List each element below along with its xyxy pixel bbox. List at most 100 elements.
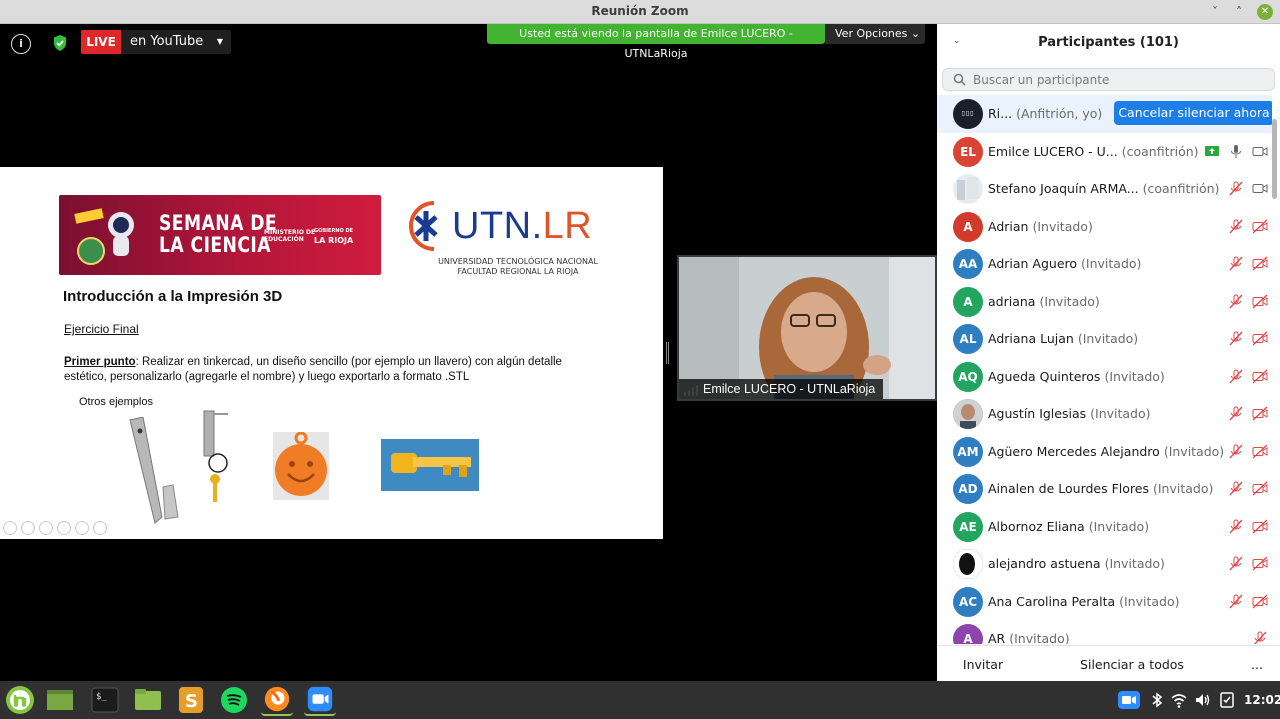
video-off-icon[interactable]: [1252, 556, 1268, 571]
video-off-icon[interactable]: [1252, 406, 1268, 421]
close-button[interactable]: ✕: [1257, 4, 1273, 20]
video-camera-icon[interactable]: [1252, 181, 1268, 196]
slide-more-icon[interactable]: [93, 521, 107, 535]
participant-row[interactable]: AA Adrian Aguero (Invitado): [937, 245, 1272, 283]
participant-name: alejandro astuena (Invitado): [988, 556, 1165, 571]
participant-row[interactable]: AE Albornoz Eliana (Invitado): [937, 508, 1272, 546]
video-off-icon[interactable]: [1252, 219, 1268, 234]
muted-microphone-icon[interactable]: [1228, 369, 1244, 384]
clock[interactable]: 12:02: [1244, 693, 1280, 707]
participant-name: Albornoz Eliana (Invitado): [988, 519, 1149, 534]
video-off-icon[interactable]: [1252, 519, 1268, 534]
participant-name-text: Albornoz Eliana: [988, 518, 1085, 534]
wifi-icon[interactable]: [1170, 691, 1188, 709]
split-resize-handle[interactable]: [666, 342, 669, 364]
banner-title-line-2: LA CIENCIA: [159, 233, 271, 257]
participant-row[interactable]: A AR (Invitado): [937, 620, 1272, 644]
muted-microphone-icon[interactable]: [1228, 519, 1244, 534]
show-desktop-icon[interactable]: [44, 684, 76, 716]
bluetooth-icon[interactable]: [1148, 691, 1166, 709]
participant-role: (Invitado): [1104, 368, 1165, 384]
video-off-icon[interactable]: [1252, 294, 1268, 309]
avatar: A: [953, 211, 983, 242]
muted-microphone-icon[interactable]: [1228, 294, 1244, 309]
slide-pen-icon[interactable]: [39, 521, 53, 535]
avatar: AM: [953, 436, 983, 467]
terminal-icon[interactable]: $_: [89, 684, 121, 716]
muted-microphone-icon[interactable]: [1228, 256, 1244, 271]
update-manager-icon[interactable]: [1218, 691, 1236, 709]
slide-next-icon[interactable]: [21, 521, 35, 535]
muted-microphone-icon[interactable]: [1252, 631, 1268, 644]
ministry-label: MINISTERIO DE EDUCACIÓN: [264, 229, 315, 243]
files-folder-icon[interactable]: [132, 684, 164, 716]
participant-row[interactable]: AM Agüero Mercedes Alejandro (Invitado): [937, 433, 1272, 471]
linux-mint-menu-icon[interactable]: [4, 684, 36, 716]
participant-name-text: Adrian: [988, 218, 1029, 234]
avatar: AE: [953, 511, 983, 542]
participant-row[interactable]: Aadriana (Invitado): [937, 283, 1272, 321]
participant-role: (Anfitrión, yo): [1016, 106, 1103, 121]
invite-button[interactable]: Invitar: [955, 653, 1011, 676]
mute-all-button[interactable]: Silenciar a todos: [1074, 653, 1190, 676]
participant-row[interactable]: AQ Agueda Quinteros (Invitado): [937, 358, 1272, 396]
participant-search[interactable]: [942, 68, 1275, 91]
zoom-tray-icon[interactable]: [1118, 691, 1140, 709]
participant-name: Ana Carolina Peralta (Invitado): [988, 594, 1180, 609]
participant-row[interactable]: AC Ana Carolina Peralta (Invitado): [937, 583, 1272, 621]
muted-microphone-icon[interactable]: [1228, 219, 1244, 234]
video-off-icon[interactable]: [1252, 481, 1268, 496]
muted-microphone-icon[interactable]: [1228, 331, 1244, 346]
meeting-info-icon[interactable]: i: [11, 34, 31, 54]
slide-pointer-icon[interactable]: [57, 521, 71, 535]
encryption-shield-icon[interactable]: [52, 34, 68, 52]
participants-scrollbar[interactable]: [1272, 119, 1277, 199]
video-off-icon[interactable]: [1252, 331, 1268, 346]
participant-row[interactable]: A Adrian (Invitado): [937, 208, 1272, 246]
participant-role: (Invitado): [1032, 218, 1093, 234]
cancel-mute-button[interactable]: Cancelar silenciar ahora: [1114, 101, 1272, 125]
sublime-text-icon[interactable]: S: [175, 684, 207, 716]
search-input[interactable]: [973, 71, 1263, 88]
slide-prev-icon[interactable]: [3, 521, 17, 535]
view-options-button[interactable]: Ver Opciones ⌄: [825, 24, 925, 44]
zoom-app-icon[interactable]: [304, 684, 336, 716]
muted-microphone-icon[interactable]: [1228, 556, 1244, 571]
muted-microphone-icon[interactable]: [1228, 181, 1244, 196]
video-camera-icon[interactable]: [1252, 144, 1268, 159]
slide-zoom-icon[interactable]: [75, 521, 89, 535]
participant-row[interactable]: ▯▯▯ Ri... (Anfitrión, yo) Cancelar silen…: [937, 95, 1272, 133]
maximize-button[interactable]: ˄: [1231, 4, 1247, 20]
participant-role: (Invitado): [1090, 406, 1151, 421]
microphone-icon[interactable]: [1228, 144, 1244, 159]
live-destination-dropdown[interactable]: en YouTube ▼: [121, 30, 231, 54]
participants-footer: Invitar Silenciar a todos ...: [937, 645, 1280, 681]
participant-status-icons: [1204, 144, 1268, 159]
participant-row[interactable]: EL Emilce LUCERO - U... (coanfitrión): [937, 133, 1272, 171]
muted-microphone-icon[interactable]: [1228, 594, 1244, 609]
participant-row[interactable]: alejandro astuena (Invitado): [937, 545, 1272, 583]
spotify-icon[interactable]: [218, 684, 250, 716]
muted-microphone-icon[interactable]: [1228, 481, 1244, 496]
live-badge[interactable]: LIVE: [81, 30, 121, 54]
participant-name-text: Stefano Joaquín ARMA...: [988, 181, 1139, 196]
participant-row[interactable]: Agustín Iglesias (Invitado): [937, 395, 1272, 433]
participant-row[interactable]: Stefano Joaquín ARMA... (coanfitrión): [937, 170, 1272, 208]
volume-icon[interactable]: [1194, 691, 1212, 709]
avatar: ▯▯▯: [953, 99, 983, 129]
participant-name-text: Agustín Iglesias: [988, 406, 1087, 421]
video-off-icon[interactable]: [1252, 256, 1268, 271]
minimize-button[interactable]: ˇ: [1207, 4, 1223, 20]
more-options-button[interactable]: ...: [1242, 653, 1272, 676]
screen-share-banner: Usted está viendo la pantalla de Emilce …: [487, 24, 825, 60]
participant-row[interactable]: AD Ainalen de Lourdes Flores (Invitado): [937, 470, 1272, 508]
slide-controls[interactable]: [3, 521, 107, 535]
muted-microphone-icon[interactable]: [1228, 444, 1244, 459]
video-off-icon[interactable]: [1252, 369, 1268, 384]
participant-row[interactable]: AL Adriana Lujan (Invitado): [937, 320, 1272, 358]
muted-microphone-icon[interactable]: [1228, 406, 1244, 421]
firefox-icon[interactable]: [261, 684, 293, 716]
video-off-icon[interactable]: [1252, 444, 1268, 459]
svg-text:S: S: [185, 691, 198, 712]
video-off-icon[interactable]: [1252, 594, 1268, 609]
